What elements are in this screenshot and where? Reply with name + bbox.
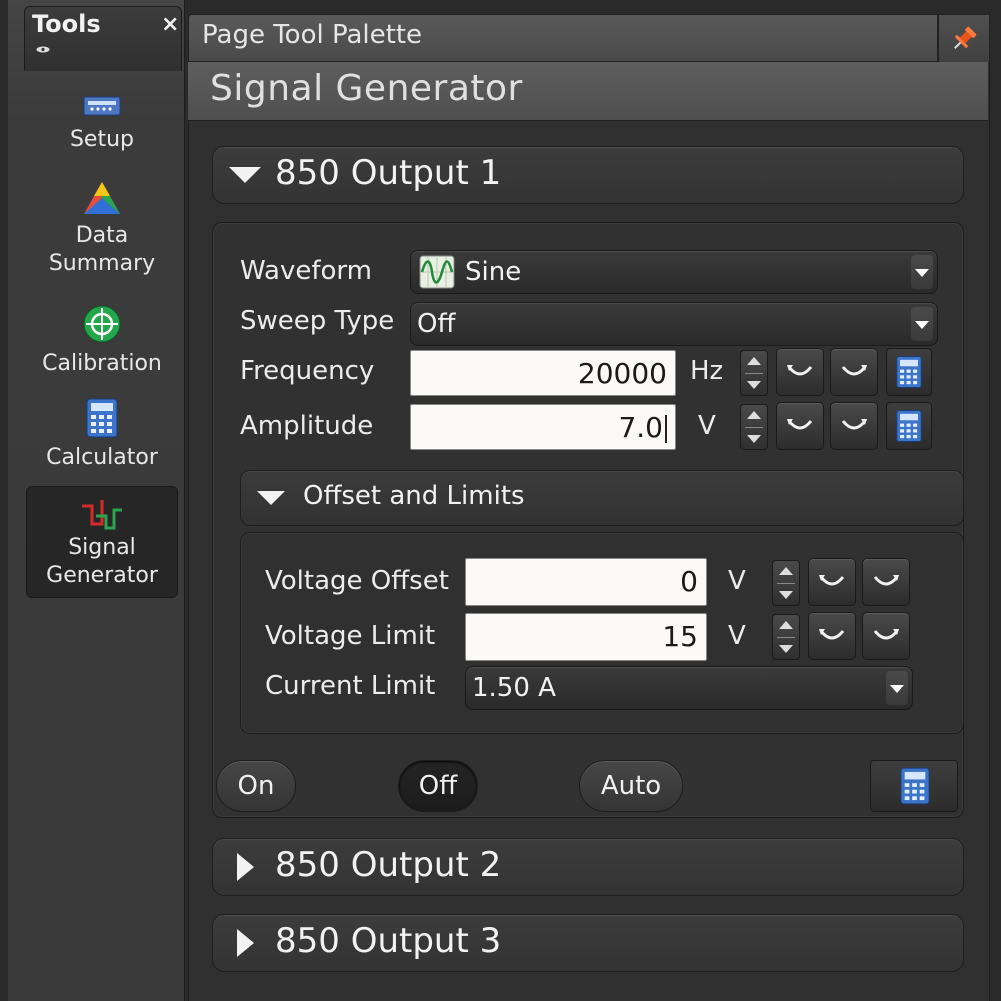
amplitude-decrease-button[interactable] [776,402,824,450]
calibration-icon [83,305,121,343]
voltage-offset-input[interactable]: 0 [465,558,707,606]
off-button[interactable]: Off [398,760,478,812]
frequency-unit: Hz [690,356,724,386]
voltage-limit-increase-button[interactable] [862,612,910,660]
setup-icon [83,96,121,116]
chevron-down-icon [886,671,908,705]
sidebar-item-setup[interactable]: Setup [26,92,178,154]
arc-down-icon [819,575,845,586]
waveform-label: Waveform [240,256,372,286]
waveform-value: Sine [465,257,522,287]
arc-up-icon [841,419,867,430]
frequency-decrease-button[interactable] [776,348,824,396]
frequency-increase-button[interactable] [830,348,878,396]
sine-wave-icon [419,255,455,289]
sidebar-item-calibration[interactable]: Calibration [26,304,178,378]
amplitude-calculator-button[interactable] [886,402,932,450]
tools-title: Tools [32,10,101,38]
voltage-offset-stepper[interactable] [772,560,800,606]
sidebar-item-data-summary[interactable]: Data Summary [26,180,178,278]
text-cursor [665,415,667,443]
chevron-down-icon [911,255,933,289]
arc-up-icon [841,365,867,376]
eye-icon[interactable] [36,46,50,53]
output1-label: 850 Output 1 [275,153,502,193]
arc-down-icon [787,365,813,376]
amplitude-value: 7.0 [618,411,663,444]
sidebar-item-label: Calculator [46,445,158,470]
frequency-label: Frequency [240,356,375,386]
auto-button[interactable]: Auto [579,760,683,812]
output3-label: 850 Output 3 [275,921,502,961]
arc-up-icon [873,575,899,586]
sidebar-item-signal-generator[interactable]: Signal Generator [26,486,178,598]
chevron-right-icon [237,853,254,881]
voltage-limit-decrease-button[interactable] [808,612,856,660]
frequency-input[interactable]: 20000 [410,350,676,396]
output3-header[interactable]: 850 Output 3 [212,914,964,972]
calculator-icon [900,767,930,805]
voltage-limit-unit: V [728,621,746,651]
amplitude-unit: V [698,411,716,441]
page-title: Signal Generator [210,68,523,109]
pin-icon [954,26,977,49]
sweep-type-label: Sweep Type [240,306,395,336]
voltage-offset-label: Voltage Offset [265,566,449,596]
voltage-limit-label: Voltage Limit [265,621,436,651]
voltage-offset-unit: V [728,566,746,596]
sweep-type-value: Off [417,309,456,339]
arc-down-icon [787,419,813,430]
sidebar-item-label: Signal Generator [46,535,158,588]
data-summary-icon [84,182,120,214]
sidebar-item-label: Setup [69,127,135,152]
current-limit-label: Current Limit [265,671,436,701]
palette-title: Page Tool Palette [202,20,423,50]
amplitude-input[interactable]: 7.0 [410,404,676,450]
offset-limits-label: Offset and Limits [303,481,525,511]
voltage-offset-increase-button[interactable] [862,558,910,606]
voltage-limit-input[interactable]: 15 [465,613,707,661]
chevron-down-icon [911,307,933,341]
voltage-offset-decrease-button[interactable] [808,558,856,606]
amplitude-label: Amplitude [240,411,374,441]
on-button[interactable]: On [216,760,296,812]
chevron-right-icon [237,929,254,957]
voltage-limit-stepper[interactable] [772,614,800,660]
calculator-icon [896,410,922,442]
sidebar-item-calculator[interactable]: Calculator [26,398,178,472]
arc-up-icon [873,629,899,640]
frequency-calculator-button[interactable] [886,348,932,396]
waveform-select[interactable]: Sine [410,250,938,294]
output2-header[interactable]: 850 Output 2 [212,838,964,896]
current-limit-value: 1.50 A [472,673,556,703]
chevron-down-icon [229,167,261,183]
signal-generator-icon [82,500,122,530]
calculator-icon [86,398,118,438]
sidebar-item-label: Calibration [42,351,162,376]
calculator-icon [896,356,922,388]
offset-limits-header[interactable]: Offset and Limits [240,470,964,526]
close-icon[interactable]: × [161,12,179,37]
chevron-down-icon [257,491,285,505]
pin-button[interactable] [938,14,990,64]
amplitude-increase-button[interactable] [830,402,878,450]
current-limit-select[interactable]: 1.50 A [465,666,913,710]
amplitude-stepper[interactable] [740,404,768,450]
sidebar-item-label: Data Summary [48,223,156,276]
output1-header[interactable]: 850 Output 1 [212,146,964,204]
output2-label: 850 Output 2 [275,845,502,885]
output-calculator-button[interactable] [870,760,958,812]
frequency-stepper[interactable] [740,350,768,396]
sweep-type-select[interactable]: Off [410,302,938,346]
arc-down-icon [819,629,845,640]
